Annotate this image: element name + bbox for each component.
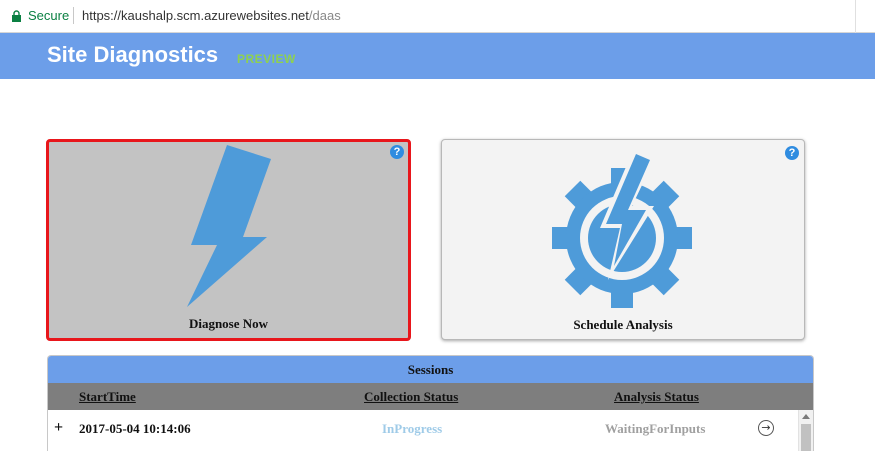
diagnose-now-tile[interactable]: ? Diagnose Now (46, 139, 411, 341)
page-title: Site Diagnostics (47, 42, 219, 67)
expand-icon[interactable]: + (54, 419, 63, 437)
window-edge (855, 0, 875, 33)
address-separator (73, 7, 74, 24)
diagnose-now-label: Diagnose Now (188, 316, 269, 331)
preview-badge: PREVIEW (237, 52, 296, 66)
url-path: /daas (308, 8, 341, 23)
url-base: https://kaushalp.scm.azurewebsites.net (82, 8, 309, 23)
browser-address-bar[interactable]: Secure https://kaushalp.scm.azurewebsite… (0, 0, 875, 33)
secure-label: Secure (28, 8, 70, 23)
analysis-status: WaitingForInputs (605, 421, 706, 436)
sessions-title: Sessions (48, 356, 813, 383)
table-row: + 2017-05-04 10:14:06 InProgress Waiting… (48, 410, 813, 451)
column-starttime[interactable]: StartTime (79, 389, 136, 405)
lock-icon (12, 10, 21, 22)
sessions-column-header: StartTime Collection Status Analysis Sta… (48, 383, 813, 410)
collection-status: InProgress (382, 421, 443, 436)
column-analysis-status[interactable]: Analysis Status (614, 389, 699, 405)
schedule-analysis-label: Schedule Analysis (573, 317, 673, 332)
help-icon[interactable]: ? (785, 146, 799, 160)
gear-lightning-icon (552, 148, 692, 308)
lightning-bolt-icon (187, 145, 271, 307)
scroll-up-icon[interactable] (802, 414, 810, 419)
url-text[interactable]: https://kaushalp.scm.azurewebsites.net/d… (82, 8, 341, 23)
arrow-circle-icon[interactable]: → (758, 420, 774, 436)
schedule-analysis-tile[interactable]: ? Schedule Analysis (441, 139, 805, 340)
sessions-panel: Sessions StartTime Collection Status Ana… (47, 355, 814, 451)
column-collection-status[interactable]: Collection Status (364, 389, 458, 405)
scroll-thumb[interactable] (801, 424, 811, 451)
help-icon[interactable]: ? (390, 145, 404, 159)
start-time: 2017-05-04 10:14:06 (79, 421, 191, 436)
scrollbar[interactable] (798, 410, 813, 451)
